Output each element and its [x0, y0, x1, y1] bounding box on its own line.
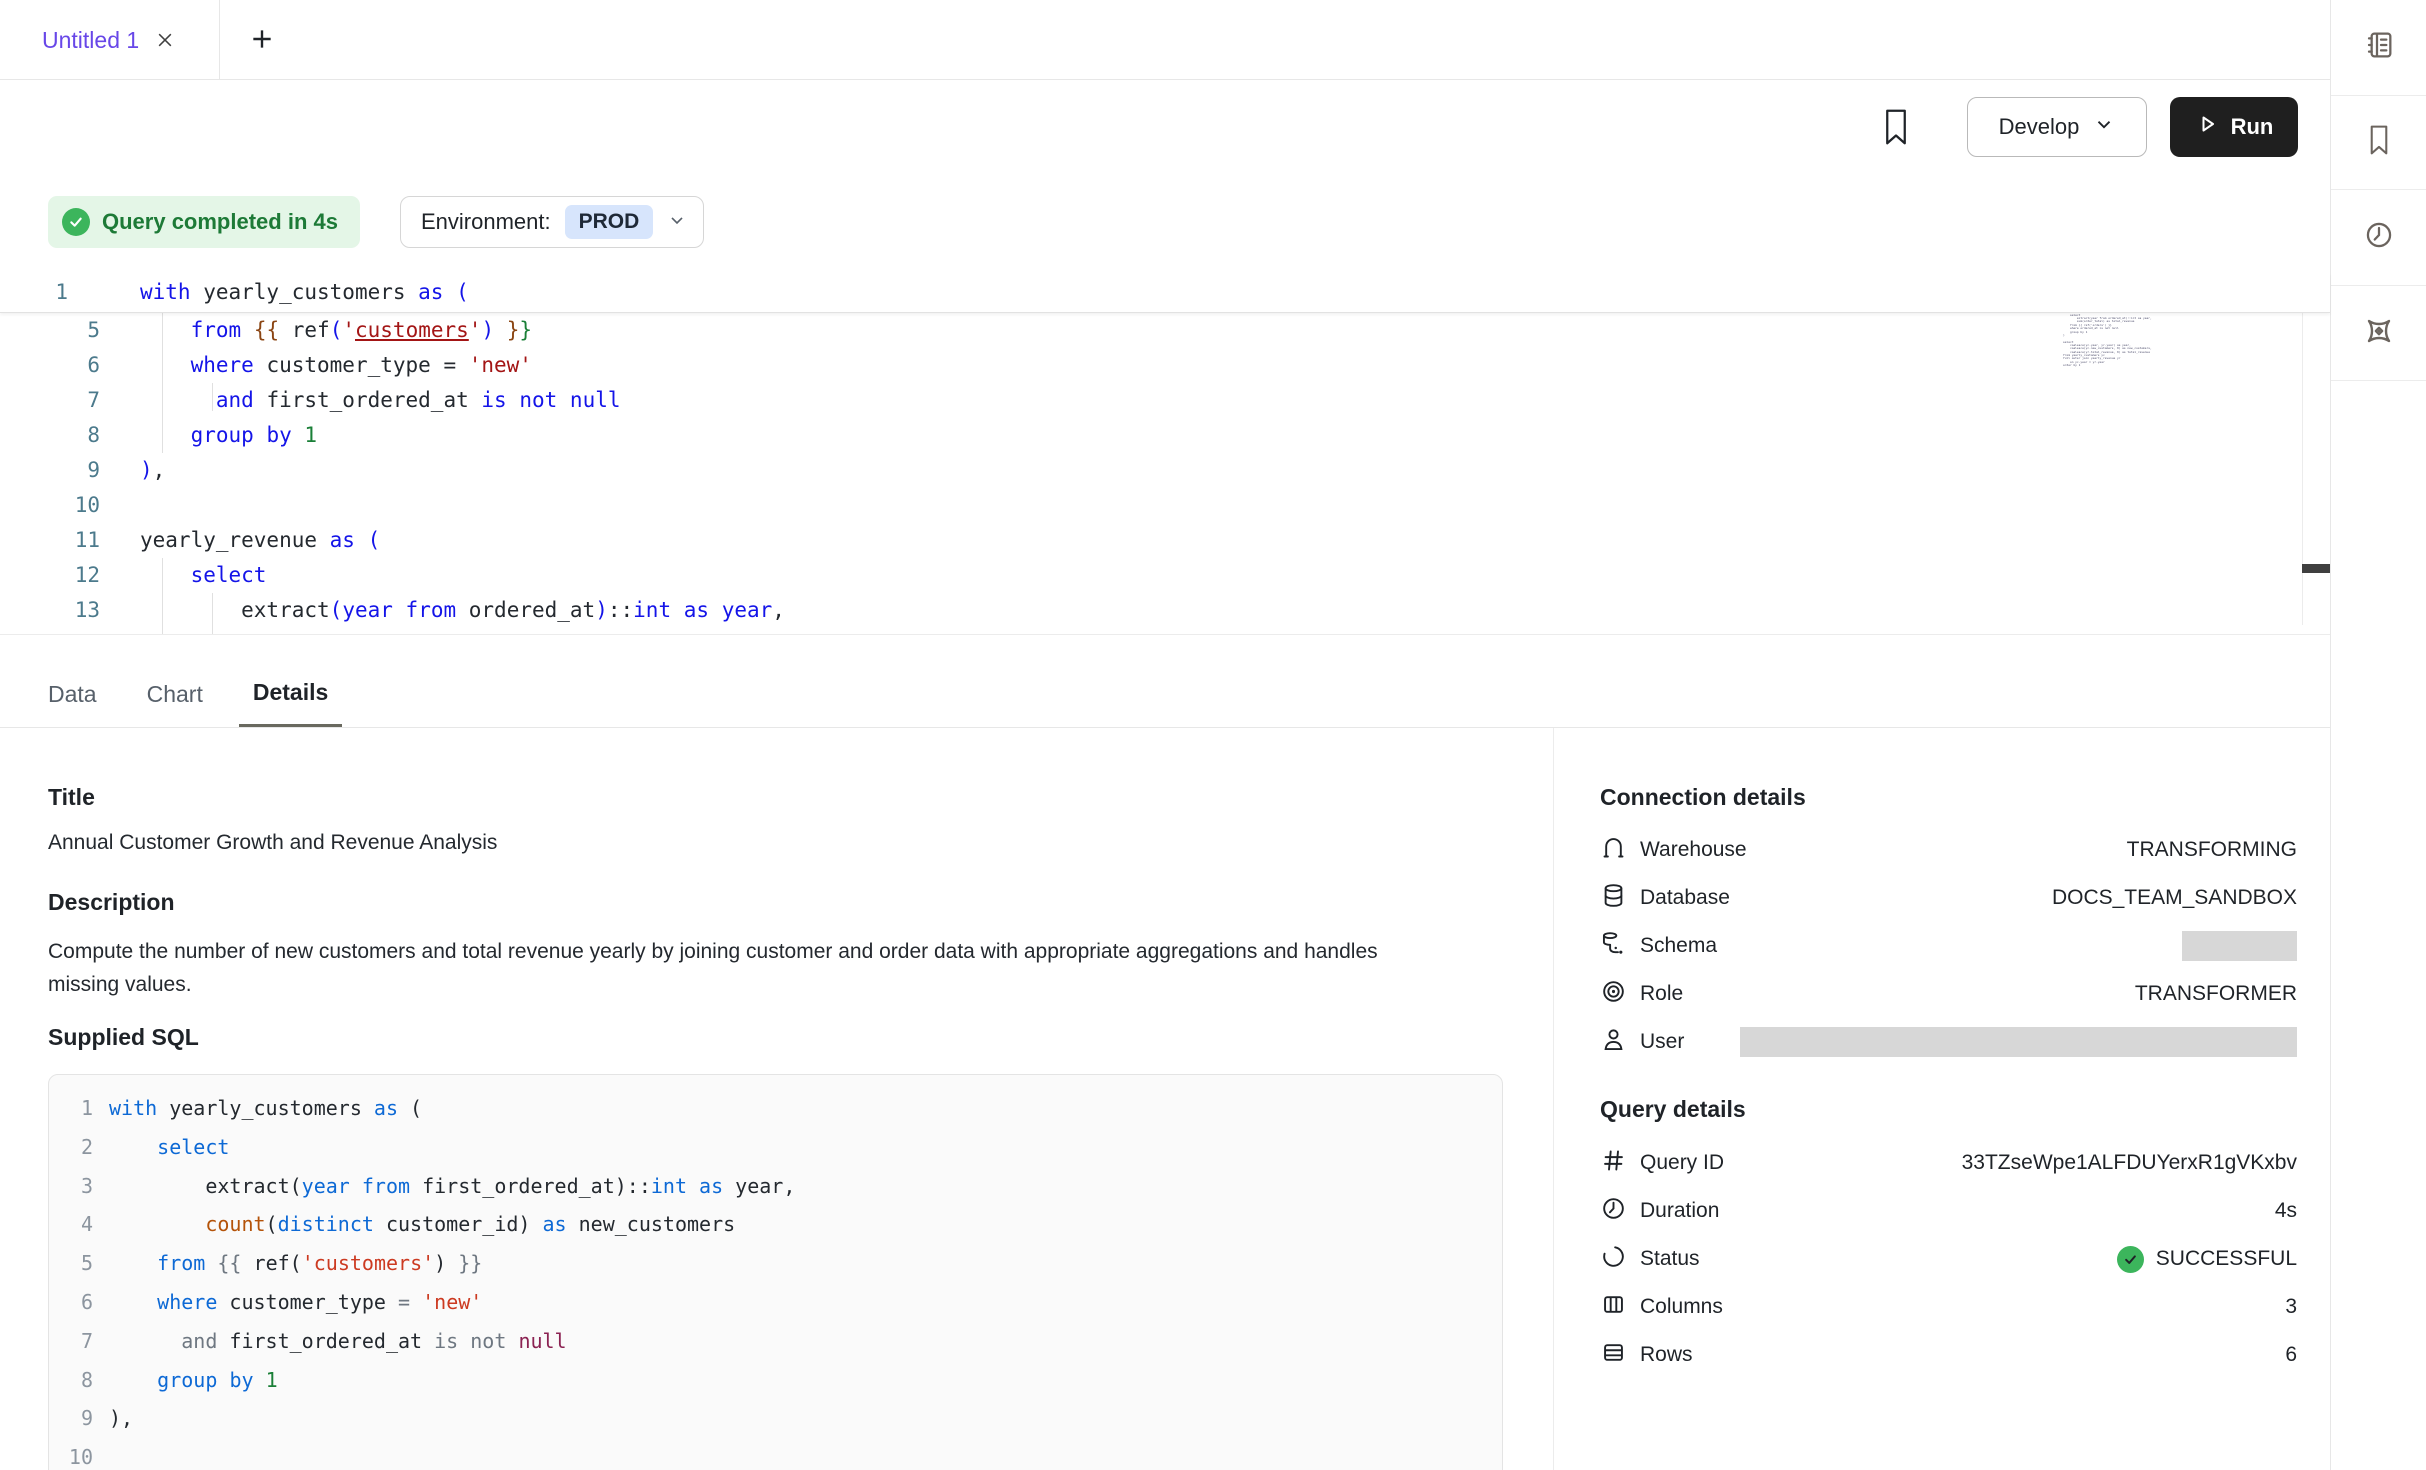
- connection-row-role: Role TRANSFORMER: [1600, 970, 2297, 1018]
- new-tab-button[interactable]: [232, 0, 292, 80]
- run-label: Run: [2231, 114, 2274, 140]
- editor-bottom-divider: [0, 634, 2330, 635]
- tab-bar: Untitled 1: [0, 0, 2330, 80]
- tabs-divider: [0, 727, 2330, 728]
- query-row-id: Query ID 33TZseWpe1ALFDUYerxR1gVKxbv: [1600, 1139, 2297, 1187]
- title-value: Annual Customer Growth and Revenue Analy…: [48, 831, 497, 855]
- play-icon: [2195, 112, 2219, 142]
- schema-icon: [1600, 930, 1627, 962]
- indent-guide: [162, 558, 163, 634]
- tab-label: Untitled 1: [42, 27, 139, 54]
- dbt-logo-icon: [2362, 314, 2396, 353]
- sidebar-item-bookmarks[interactable]: [2331, 96, 2426, 190]
- role-icon: [1600, 978, 1627, 1010]
- editor-sticky-line[interactable]: 1with yearly_customers as (: [0, 273, 2330, 313]
- close-icon[interactable]: [155, 30, 175, 50]
- connection-row-database: Database DOCS_TEAM_SANDBOX: [1600, 874, 2297, 922]
- query-row-columns: Columns 3: [1600, 1283, 2297, 1331]
- database-icon: [1600, 882, 1627, 914]
- user-icon: [1600, 1026, 1627, 1058]
- develop-dropdown[interactable]: Develop: [1967, 97, 2147, 157]
- environment-selector[interactable]: Environment: PROD: [400, 196, 704, 248]
- clock-icon: [1600, 1195, 1627, 1227]
- sql-editor[interactable]: 1with yearly_customers as ( 5 from {{ re…: [0, 273, 2330, 634]
- environment-label: Environment:: [421, 209, 551, 235]
- tab-data[interactable]: Data: [34, 660, 111, 728]
- right-sidebar: [2330, 0, 2426, 1470]
- sidebar-item-notebook[interactable]: [2331, 0, 2426, 96]
- tab-untitled-1[interactable]: Untitled 1: [0, 0, 220, 80]
- title-heading: Title: [48, 784, 95, 811]
- connection-row-user: User: [1600, 1018, 2297, 1066]
- loader-icon: [1600, 1243, 1627, 1275]
- schema-redacted-value: [2182, 931, 2297, 961]
- query-id-value: 33TZseWpe1ALFDUYerxR1gVKxbv: [1962, 1151, 2297, 1175]
- supplied-sql-block: 1with yearly_customers as (2 select3 ext…: [48, 1074, 1503, 1470]
- develop-label: Develop: [1999, 114, 2080, 140]
- plus-icon: [249, 26, 275, 55]
- tab-details[interactable]: Details: [239, 660, 342, 728]
- details-vertical-divider: [1553, 728, 1554, 1470]
- warehouse-icon: [1600, 834, 1627, 866]
- bookmark-button[interactable]: [1874, 100, 1918, 156]
- indent-guide: [162, 313, 163, 453]
- supplied-sql-heading: Supplied SQL: [48, 1024, 199, 1051]
- query-status-badge: Query completed in 4s: [48, 196, 360, 248]
- app-root: Untitled 1 Develop Run Quer: [0, 0, 2426, 1470]
- clock-icon: [2363, 219, 2395, 256]
- query-row-duration: Duration 4s: [1600, 1187, 2297, 1235]
- chevron-down-icon: [2093, 113, 2115, 141]
- query-row-status: Status SUCCESSFUL: [1600, 1235, 2297, 1283]
- rows-icon: [1600, 1339, 1627, 1371]
- user-redacted-value: [1740, 1027, 2297, 1057]
- run-button[interactable]: Run: [2170, 97, 2298, 157]
- result-tabs: Data Chart Details: [34, 660, 364, 728]
- query-status-text: Query completed in 4s: [102, 209, 338, 235]
- connection-row-schema: Schema: [1600, 922, 2297, 970]
- indent-guide: [212, 383, 213, 411]
- description-heading: Description: [48, 889, 175, 916]
- description-value: Compute the number of new customers and …: [48, 935, 1453, 1001]
- success-check-icon: [2117, 1246, 2144, 1273]
- connection-row-warehouse: Warehouse TRANSFORMING: [1600, 826, 2297, 874]
- tab-chart[interactable]: Chart: [133, 660, 217, 728]
- sidebar-spacer: [2331, 381, 2426, 1470]
- environment-value-badge: PROD: [565, 205, 654, 239]
- hash-icon: [1600, 1147, 1627, 1179]
- editor-scrollbar-thumb[interactable]: [2302, 564, 2331, 573]
- query-details-heading: Query details: [1600, 1096, 1746, 1123]
- query-row-rows: Rows 6: [1600, 1331, 2297, 1379]
- sidebar-item-dbt[interactable]: [2331, 286, 2426, 381]
- check-circle-icon: [62, 208, 90, 236]
- bookmark-icon: [2364, 123, 2394, 162]
- columns-icon: [1600, 1291, 1627, 1323]
- connection-details-heading: Connection details: [1600, 784, 1806, 811]
- editor-lines[interactable]: 5 from {{ ref('customers') }}6 where cus…: [0, 313, 2330, 628]
- indent-guide: [212, 593, 213, 634]
- chevron-down-icon: [667, 210, 687, 235]
- notebook-icon: [2363, 29, 2395, 66]
- status-value: SUCCESSFUL: [2117, 1246, 2297, 1273]
- sidebar-item-history[interactable]: [2331, 190, 2426, 286]
- bookmark-icon: [1881, 108, 1911, 149]
